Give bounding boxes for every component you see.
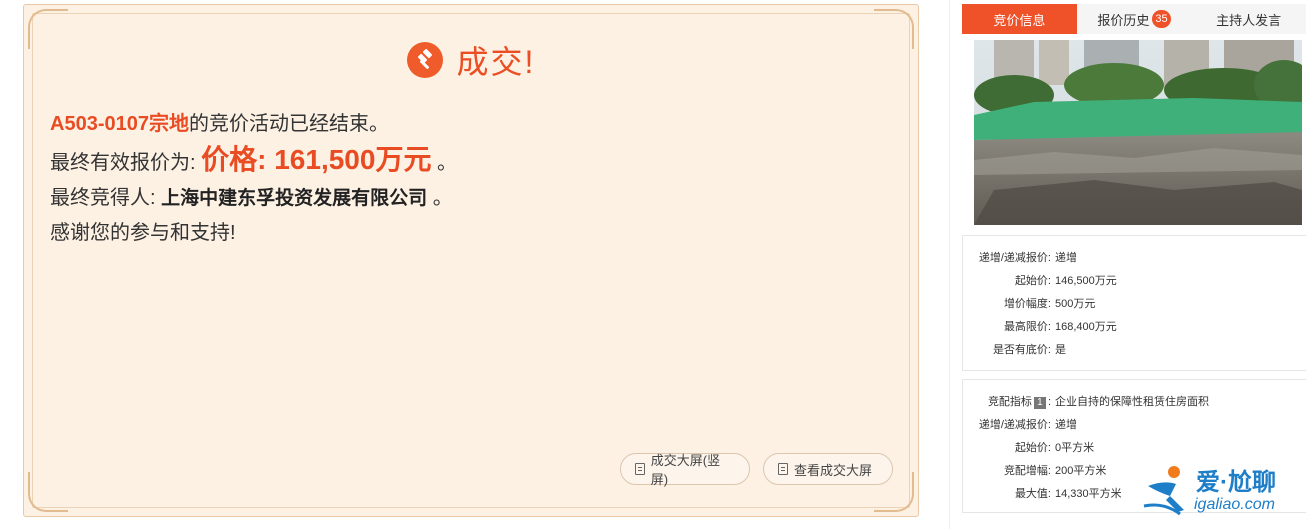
line-text: 的竞价活动已经结束。: [188, 113, 389, 135]
info-value: 递增: [1055, 251, 1077, 264]
view-deal-screen-button[interactable]: 查看成交大屏: [763, 453, 893, 485]
result-line-3: 最终竞得人: 上海中建东孚投资发展有限公司 。: [50, 181, 457, 216]
info-row: 是否有底价: 是: [963, 337, 1306, 360]
corner-ornament: [28, 472, 68, 512]
line-text: 最终竞得人:: [50, 187, 162, 209]
tab-host-speech[interactable]: 主持人发言: [1191, 4, 1306, 34]
portrait-screen-button[interactable]: 成交大屏(竖屏): [620, 453, 750, 487]
info-key: 起始价:: [1014, 274, 1051, 287]
info-value: 500万元: [1055, 297, 1096, 310]
info-row: 起始价: 0平方米: [963, 435, 1306, 458]
info-key: 起始价:: [1014, 441, 1051, 454]
deal-title: 成交!: [24, 37, 918, 83]
decorative-frame: [32, 13, 910, 508]
info-key: 最大值:: [1014, 487, 1051, 500]
info-key: 递增/递减报价:: [978, 418, 1051, 431]
winner-name: 上海中建东孚投资发展有限公司: [161, 188, 428, 209]
watermark-url: igaliao.com: [1194, 496, 1275, 513]
info-row: 递增/递减报价: 递增: [963, 412, 1306, 435]
panel-divider: [949, 0, 950, 529]
tab-bid-history[interactable]: 报价历史 35: [1077, 4, 1192, 34]
tab-label: 竞价信息: [993, 12, 1046, 28]
info-row: 增价幅度: 500万元: [963, 291, 1306, 314]
lot-id: A503-0107宗地: [50, 113, 189, 135]
info-value: 企业自持的保障性租赁住房面积: [1055, 395, 1209, 408]
bid-rules-box: 递增/递减报价: 递增 起始价: 146,500万元 增价幅度: 500万元 最…: [962, 235, 1306, 371]
info-value: 146,500万元: [1055, 274, 1117, 287]
info-value: 递增: [1055, 418, 1077, 431]
info-row: 起始价: 146,500万元: [963, 268, 1306, 291]
final-price: 价格: 161,500万元: [201, 144, 432, 175]
document-icon: [778, 463, 788, 475]
info-value: 168,400万元: [1055, 320, 1117, 333]
info-value: 0平方米: [1055, 441, 1095, 454]
info-key: 竞配增幅:: [1003, 464, 1051, 477]
button-label: 成交大屏(竖屏): [650, 453, 721, 487]
gavel-icon: [406, 42, 443, 78]
deal-title-text: 成交!: [456, 44, 536, 80]
deal-result-card: 成交! A503-0107宗地的竞价活动已经结束。 最终有效报价为: 价格: 1…: [23, 4, 919, 517]
button-label: 查看成交大屏: [794, 462, 873, 478]
info-tabs: 竞价信息 报价历史 35 主持人发言: [962, 4, 1306, 34]
info-value: 200平方米: [1055, 464, 1107, 477]
info-key: 增价幅度:: [1003, 297, 1051, 310]
history-count-badge: 35: [1152, 10, 1171, 28]
info-row: 最高限价: 168,400万元: [963, 314, 1306, 337]
info-key: 竞配指标 1:: [963, 393, 1051, 409]
line-text: 。: [437, 152, 458, 174]
tab-label: 报价历史: [1097, 12, 1150, 28]
index-number-badge: 1: [1033, 396, 1046, 409]
line-text: 。: [427, 187, 453, 209]
watermark-brand: 爱·尬聊: [1196, 469, 1276, 496]
tab-label: 主持人发言: [1216, 12, 1282, 28]
land-parcel-photo: [974, 40, 1302, 225]
line-text: 最终有效报价为:: [50, 152, 196, 174]
site-watermark: 爱·尬聊 igaliao.com: [1140, 462, 1300, 522]
info-value: 是: [1055, 343, 1066, 356]
info-value: 14,330平方米: [1055, 487, 1122, 500]
result-line-4: 感谢您的参与和支持!: [50, 222, 236, 244]
result-line-2: 最终有效报价为: 价格: 161,500万元 。: [50, 142, 457, 181]
info-row: 竞配指标 1: 企业自持的保障性租赁住房面积: [963, 389, 1306, 412]
info-key: 最高限价:: [1003, 320, 1051, 333]
runner-logo-icon: [1143, 466, 1184, 516]
tab-bid-info[interactable]: 竞价信息: [962, 4, 1077, 34]
info-key: 递增/递减报价:: [978, 251, 1051, 264]
info-key: 是否有底价:: [992, 343, 1051, 356]
result-message: A503-0107宗地的竞价活动已经结束。 最终有效报价为: 价格: 161,5…: [50, 107, 457, 251]
document-icon: [635, 463, 645, 475]
index-label: 竞配指标: [987, 395, 1032, 408]
result-line-1: A503-0107宗地的竞价活动已经结束。: [50, 107, 457, 142]
info-row: 递增/递减报价: 递增: [963, 245, 1306, 268]
